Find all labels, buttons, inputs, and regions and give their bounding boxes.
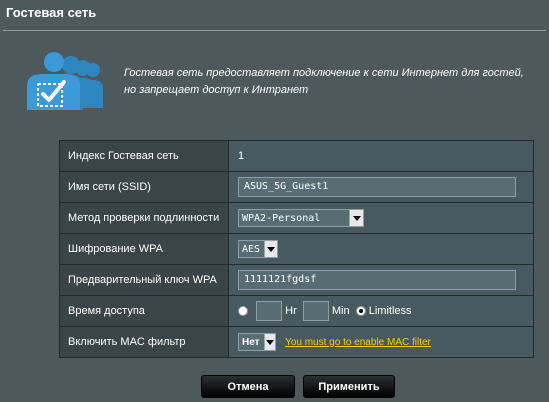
description-line-1: Гостевая сеть предоставляет подключение … xyxy=(124,67,524,79)
page-title: Гостевая сеть xyxy=(6,5,97,20)
encryption-label: Шифрование WPA xyxy=(59,233,229,265)
hours-label: Hr xyxy=(285,305,297,317)
row-mac-filter: Включить MAC фильтр Нет You must go to e… xyxy=(59,326,534,358)
title-divider xyxy=(3,30,546,31)
access-time-limitless-radio[interactable] xyxy=(355,306,366,316)
row-access-time: Время доступа Hr Min Limitless xyxy=(59,295,534,327)
cancel-button[interactable]: Отмена xyxy=(201,375,295,398)
psk-input[interactable]: 1111121fgdsf xyxy=(238,270,516,290)
guest-network-settings-table: Индекс Гостевая сеть 1 Имя сети (SSID) A… xyxy=(59,140,534,358)
row-index: Индекс Гостевая сеть 1 xyxy=(59,140,534,172)
limitless-label: Limitless xyxy=(368,305,412,317)
mac-filter-label: Включить MAC фильтр xyxy=(59,326,229,358)
minutes-input[interactable] xyxy=(302,301,329,321)
row-auth: Метод проверки подлинности WPA2-Personal xyxy=(59,202,534,234)
ssid-input[interactable]: ASUS_5G_Guest1 xyxy=(238,177,516,197)
guest-users-icon xyxy=(27,52,103,110)
row-encryption: Шифрование WPA AES xyxy=(59,233,534,265)
access-time-label: Время доступа xyxy=(59,295,229,327)
index-value: 1 xyxy=(238,150,245,162)
row-ssid: Имя сети (SSID) ASUS_5G_Guest1 xyxy=(59,171,534,203)
psk-label: Предварительный ключ WPA xyxy=(59,264,229,296)
hours-input[interactable] xyxy=(256,301,283,321)
description-line-2: но запрещает доступ к Интранет xyxy=(124,84,309,96)
chevron-down-icon[interactable] xyxy=(349,210,363,226)
auth-method-select[interactable]: WPA2-Personal xyxy=(238,209,364,227)
encryption-select[interactable]: AES xyxy=(238,240,278,258)
chevron-down-icon[interactable] xyxy=(264,241,277,257)
mac-filter-value: Нет xyxy=(242,336,260,348)
auth-label: Метод проверки подлинности xyxy=(59,202,229,234)
index-label: Индекс Гостевая сеть xyxy=(59,140,229,172)
apply-button[interactable]: Применить xyxy=(303,375,395,398)
minutes-label: Min xyxy=(331,305,350,317)
description: Гостевая сеть предоставляет подключение … xyxy=(124,65,544,99)
mac-filter-select[interactable]: Нет xyxy=(238,333,276,351)
encryption-value: AES xyxy=(242,243,261,255)
row-psk: Предварительный ключ WPA 1111121fgdsf xyxy=(59,264,534,296)
auth-method-value: WPA2-Personal xyxy=(242,212,321,224)
chevron-down-icon[interactable] xyxy=(263,334,275,350)
ssid-label: Имя сети (SSID) xyxy=(59,171,229,203)
enable-mac-filter-link[interactable]: You must go to enable MAC filter xyxy=(285,337,431,348)
access-time-limited-radio[interactable] xyxy=(238,306,248,316)
